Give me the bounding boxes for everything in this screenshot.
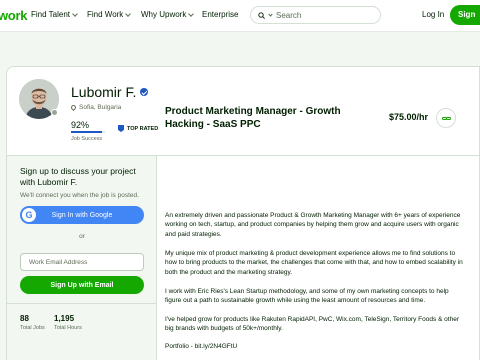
or-separator: or	[79, 233, 85, 240]
top-rated-badge: TOP RATED	[118, 125, 158, 132]
nav-find-work[interactable]: Find Work	[87, 10, 132, 19]
google-icon: G	[22, 208, 36, 222]
location-text: Sofia, Bulgaria	[79, 104, 122, 111]
job-success-bar-fill	[71, 131, 103, 133]
nav-enterprise-label: Enterprise	[202, 10, 239, 19]
profile-name-text: Lubomir F.	[71, 84, 137, 100]
profile-name: Lubomir F.	[71, 84, 149, 100]
nav-find-work-label: Find Work	[87, 10, 124, 19]
login-link[interactable]: Log In	[422, 10, 444, 19]
location-pin-icon	[69, 103, 78, 112]
job-success-value: 92%	[71, 120, 90, 130]
job-success-bar	[71, 131, 105, 133]
top-rated-icon	[118, 125, 124, 132]
sidebar-subtitle: We'll connect you when the job is posted…	[20, 192, 139, 199]
hourly-rate: $75.00/hr	[389, 112, 429, 122]
signup-button[interactable]: Sign	[450, 5, 480, 25]
overview-paragraph: I've helped grow for products like Rakut…	[165, 316, 459, 333]
stat-label: Total Hours	[54, 325, 82, 331]
google-signin-button[interactable]: G Sign In with Google	[20, 206, 144, 224]
divider	[7, 303, 156, 304]
stat-value: 1,195	[54, 314, 75, 323]
profile-headline: Product Marketing Manager - Growth Hacki…	[165, 106, 341, 130]
top-rated-label: TOP RATED	[127, 125, 159, 132]
search-input[interactable]	[276, 10, 356, 20]
search-icon	[258, 11, 265, 19]
portfolio-link[interactable]: Portfolio - bit.ly/2N4GFtU	[165, 342, 465, 351]
email-signup-button[interactable]: Sign Up with Email	[20, 276, 144, 294]
nav-find-talent[interactable]: Find Talent	[31, 10, 78, 19]
top-nav: work Find Talent Find Work Why Upwork En…	[0, 0, 480, 32]
signup-sidebar: Sign up to discuss your project with Lub…	[7, 156, 157, 360]
link-icon	[441, 116, 451, 120]
chevron-down-icon	[188, 10, 195, 17]
copy-link-button[interactable]	[436, 108, 456, 128]
verified-icon	[140, 88, 149, 96]
stat-value: 88	[20, 314, 29, 323]
job-success-label: Job Success	[71, 136, 103, 142]
chevron-down-icon	[72, 10, 78, 17]
overview-paragraph: My unique mix of product marketing & pro…	[165, 250, 463, 276]
nav-why-upwork[interactable]: Why Upwork	[141, 10, 195, 19]
stat-total-hours: 1,195 Total Hours	[54, 314, 82, 331]
chevron-down-icon	[125, 10, 132, 17]
sidebar-title: Sign up to discuss your project with Lub…	[20, 166, 136, 187]
email-field[interactable]	[20, 253, 144, 271]
stat-label: Total Jobs	[20, 325, 45, 331]
overview-paragraph: An extremely driven and passionate Produ…	[165, 212, 461, 238]
nav-enterprise[interactable]: Enterprise	[202, 10, 238, 19]
overview-paragraph: I work with Eric Ries's Lean Startup met…	[165, 288, 449, 305]
chevron-down-icon[interactable]	[268, 11, 273, 17]
nav-find-talent-label: Find Talent	[31, 10, 70, 19]
upwork-logo[interactable]: work	[0, 8, 27, 23]
google-signin-label: Sign In with Google	[51, 211, 113, 219]
stat-total-jobs: 88 Total Jobs	[20, 314, 45, 331]
nav-why-upwork-label: Why Upwork	[141, 10, 187, 19]
profile-location: Sofia, Bulgaria	[69, 103, 122, 112]
status-indicator	[51, 109, 58, 116]
search-bar[interactable]	[250, 6, 381, 24]
